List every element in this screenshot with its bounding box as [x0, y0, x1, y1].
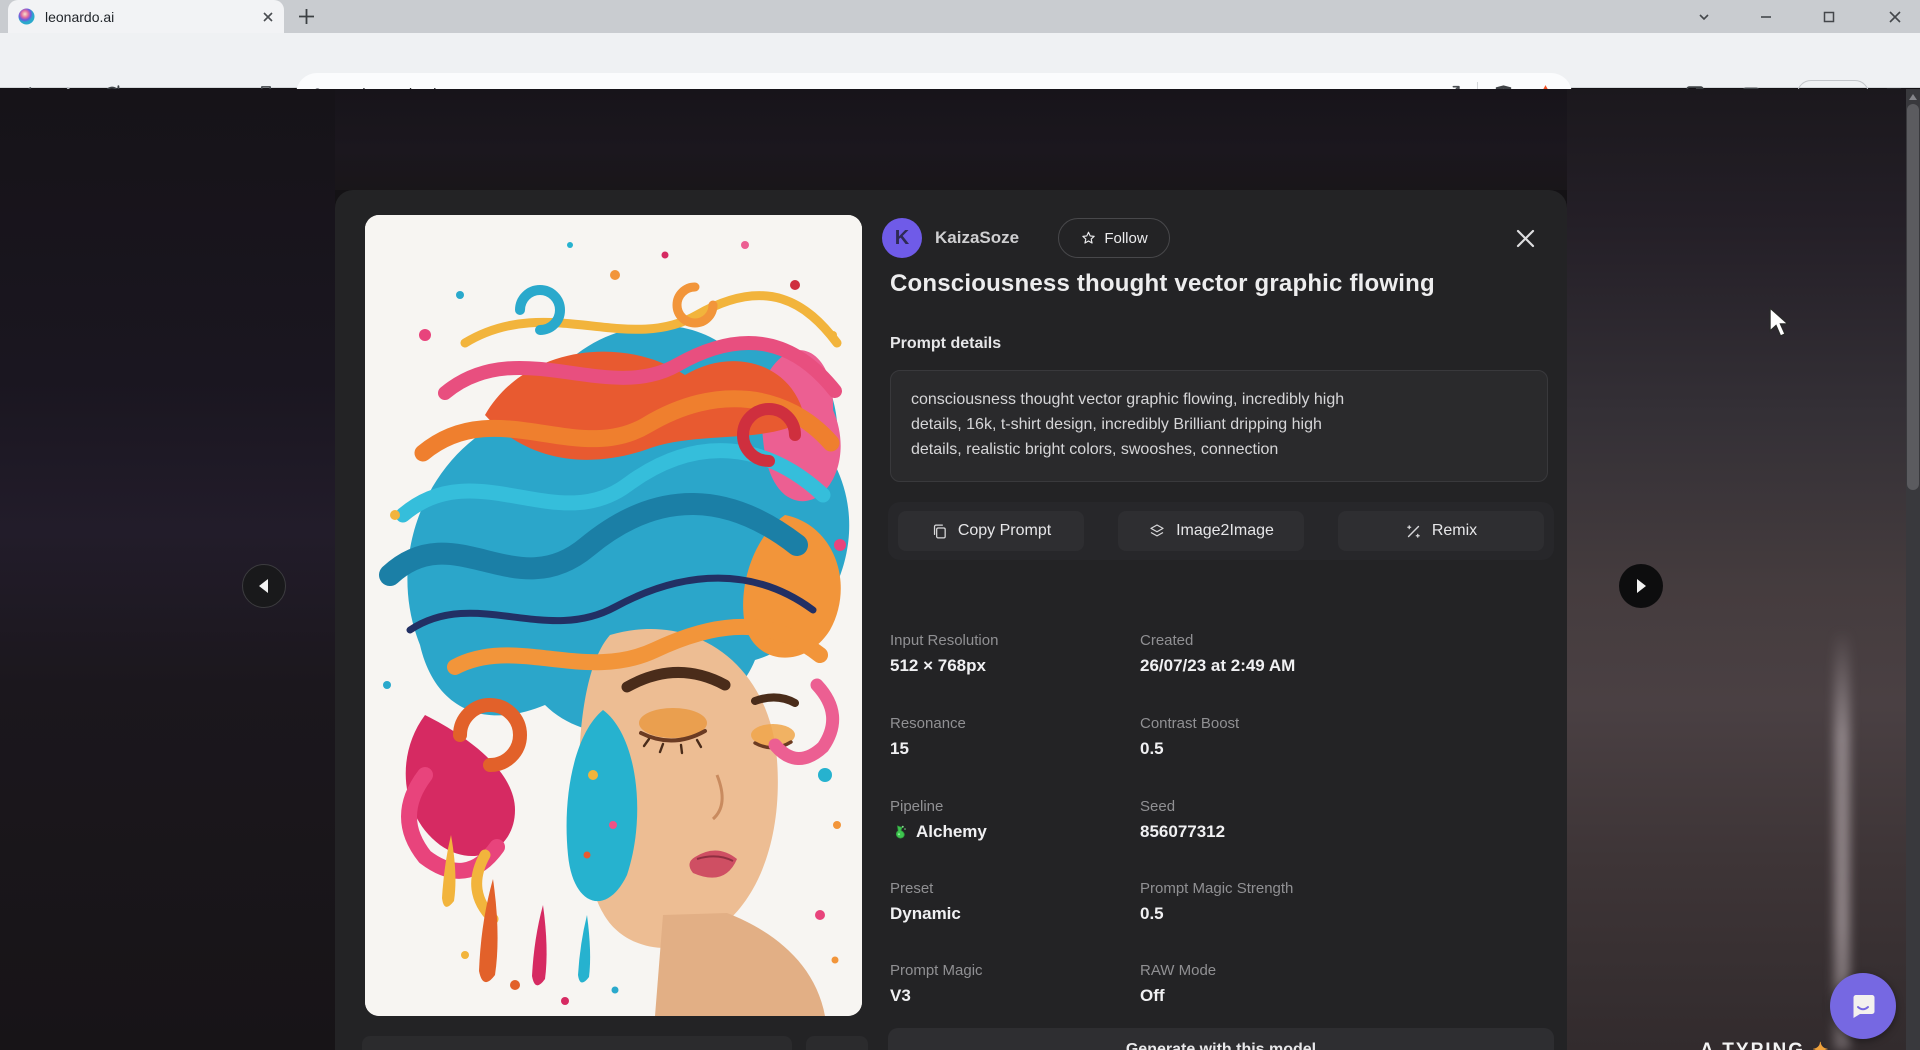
- detail-prompt-magic: Prompt Magic V3: [890, 962, 1135, 1006]
- artwork-image: [365, 215, 862, 1016]
- image2image-label: Image2Image: [1176, 522, 1274, 540]
- dimmed-background-right: [1567, 89, 1906, 1050]
- tab-search-icon[interactable]: [1681, 0, 1727, 33]
- remix-button[interactable]: Remix: [1338, 511, 1544, 551]
- detail-label: Pipeline: [890, 798, 1135, 815]
- image-toolbar-button-partial[interactable]: [806, 1036, 868, 1050]
- prompt-line: consciousness thought vector graphic flo…: [911, 387, 1527, 412]
- detail-label: Prompt Magic: [890, 962, 1135, 979]
- browser-tab[interactable]: leonardo.ai: [8, 0, 284, 33]
- dimmed-background-left: [0, 89, 335, 1050]
- generate-label: Generate with this model: [1126, 1041, 1316, 1050]
- close-icon: [1516, 229, 1535, 248]
- detail-value: Dynamic: [890, 904, 1135, 924]
- site-favicon: [18, 8, 35, 25]
- prompt-details-heading: Prompt details: [890, 335, 1001, 353]
- page-content: K KaizaSoze Follow Consciousness thought…: [0, 89, 1920, 1050]
- detail-label: Resonance: [890, 715, 1135, 732]
- detail-label: Seed: [1140, 798, 1385, 815]
- detail-value: 856077312: [1140, 822, 1385, 842]
- author-name[interactable]: KaizaSoze: [935, 228, 1019, 248]
- browser-toolbar: app.leonardo.ai VPN: [0, 33, 1920, 88]
- support-chat-button[interactable]: [1830, 973, 1896, 1039]
- follow-button[interactable]: Follow: [1058, 218, 1170, 258]
- detail-label: Prompt Magic Strength: [1140, 880, 1385, 897]
- prompt-line: details, realistic bright colors, swoosh…: [911, 437, 1527, 462]
- follow-label: Follow: [1104, 230, 1147, 247]
- previous-image-button[interactable]: [242, 564, 286, 608]
- image2image-button[interactable]: Image2Image: [1118, 511, 1304, 551]
- copy-prompt-button[interactable]: Copy Prompt: [898, 511, 1084, 551]
- chat-bubble-icon: [1847, 990, 1879, 1022]
- window-minimize-icon[interactable]: [1743, 0, 1789, 33]
- arrow-left-icon: [257, 578, 271, 594]
- detail-value: 26/07/23 at 2:49 AM: [1140, 656, 1385, 676]
- detail-created: Created 26/07/23 at 2:49 AM: [1140, 632, 1385, 676]
- page-scrollbar[interactable]: [1906, 89, 1920, 1050]
- detail-seed: Seed 856077312: [1140, 798, 1385, 842]
- detail-prompt-magic-strength: Prompt Magic Strength 0.5: [1140, 880, 1385, 924]
- detail-preset: Preset Dynamic: [890, 880, 1135, 924]
- window-maximize-icon[interactable]: [1806, 0, 1852, 33]
- detail-contrast-boost: Contrast Boost 0.5: [1140, 715, 1385, 759]
- detail-label: Created: [1140, 632, 1385, 649]
- detail-label: RAW Mode: [1140, 962, 1385, 979]
- prompt-line: details, 16k, t-shirt design, incredibly…: [911, 412, 1527, 437]
- detail-label: Input Resolution: [890, 632, 1135, 649]
- generate-with-model-button[interactable]: Generate with this model: [888, 1028, 1554, 1050]
- remix-wand-icon: [1405, 523, 1422, 540]
- detail-value: 15: [890, 739, 1135, 759]
- mouse-cursor: [1768, 307, 1794, 339]
- tab-close-icon[interactable]: [262, 11, 274, 23]
- avatar-initial: K: [895, 227, 909, 250]
- tab-title: leonardo.ai: [45, 9, 252, 25]
- detail-value: 0.5: [1140, 904, 1385, 924]
- watermark-text: A TYPING ✦: [1700, 1039, 1890, 1050]
- star-icon: [1080, 230, 1097, 247]
- detail-pipeline: Pipeline Alchemy: [890, 798, 1135, 842]
- detail-value: Off: [1140, 986, 1385, 1006]
- window-close-icon[interactable]: [1872, 0, 1918, 33]
- detail-value: 0.5: [1140, 739, 1385, 759]
- remix-label: Remix: [1432, 522, 1477, 540]
- copy-icon: [931, 523, 948, 540]
- arrow-right-icon: [1634, 578, 1648, 594]
- new-tab-icon[interactable]: [298, 8, 315, 25]
- detail-label: Contrast Boost: [1140, 715, 1385, 732]
- tab-strip: leonardo.ai: [0, 0, 1920, 33]
- modal-close-button[interactable]: [1507, 220, 1543, 256]
- prompt-text-box: consciousness thought vector graphic flo…: [890, 370, 1548, 482]
- detail-label: Preset: [890, 880, 1135, 897]
- action-buttons-row: Copy Prompt Image2Image Remix: [888, 502, 1554, 560]
- pipeline-value: Alchemy: [916, 822, 987, 842]
- dimmed-background-top: [335, 89, 1567, 190]
- detail-resonance: Resonance 15: [890, 715, 1135, 759]
- detail-raw-mode: RAW Mode Off: [1140, 962, 1385, 1006]
- layers-icon: [1148, 522, 1166, 540]
- image-detail-modal: K KaizaSoze Follow Consciousness thought…: [335, 190, 1567, 1050]
- scrollbar-thumb[interactable]: [1907, 104, 1919, 490]
- detail-input-resolution: Input Resolution 512 × 768px: [890, 632, 1135, 676]
- image-toolbar-partial[interactable]: [362, 1036, 792, 1050]
- detail-value: 512 × 768px: [890, 656, 1135, 676]
- partial-watermark: A TYPING ✦: [1700, 1039, 1890, 1050]
- scrollbar-up-icon[interactable]: [1906, 89, 1920, 104]
- generated-image-card: [365, 215, 862, 1016]
- next-image-button[interactable]: [1619, 564, 1663, 608]
- detail-value: Alchemy: [890, 822, 1135, 842]
- copy-prompt-label: Copy Prompt: [958, 522, 1051, 540]
- detail-value: V3: [890, 986, 1135, 1006]
- spark-icon: ✦: [1812, 1040, 1830, 1050]
- potion-icon: [890, 823, 908, 841]
- image-title: Consciousness thought vector graphic flo…: [890, 270, 1435, 298]
- avatar[interactable]: K: [882, 218, 922, 258]
